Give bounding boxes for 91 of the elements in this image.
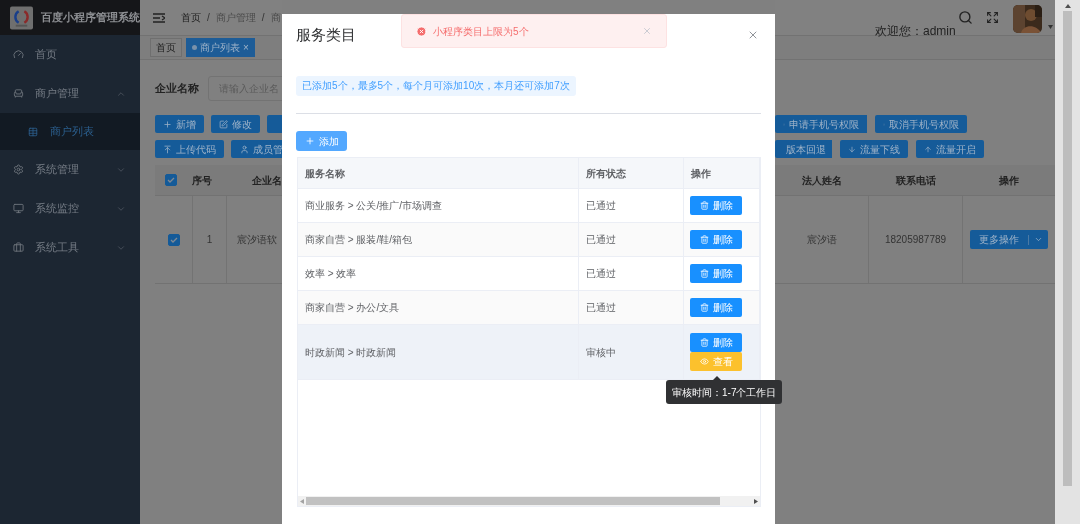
menu-icon: [13, 49, 24, 60]
trash-icon: [699, 303, 709, 312]
add-button[interactable]: 添加: [296, 131, 347, 151]
page-tab[interactable]: 首页: [150, 38, 182, 57]
column-header: 所有状态: [586, 166, 626, 181]
delete-button[interactable]: 删除: [690, 298, 742, 317]
toast-message: 小程序类目上限为5个: [433, 24, 530, 39]
table-row[interactable]: 效率 > 效率 已通过 删除: [298, 257, 760, 291]
trash-icon: [699, 338, 709, 347]
scrollbar[interactable]: [298, 496, 760, 506]
caret-down-icon[interactable]: [1048, 25, 1053, 29]
column-header: 序号: [190, 173, 213, 188]
table-cell-text: 商家自营 > 服装/鞋/箱包: [305, 233, 412, 247]
checkbox[interactable]: [167, 233, 180, 246]
toolbar-button[interactable]: 新增: [155, 115, 204, 133]
search-icon[interactable]: [958, 10, 973, 25]
toolbar-button[interactable]: 成员管: [231, 140, 282, 158]
delete-button[interactable]: 删除: [690, 230, 742, 249]
column-header: 操作: [999, 173, 1019, 188]
menu-icon: [13, 88, 24, 99]
table-cell-text: 宸汐语: [806, 233, 837, 247]
close-icon[interactable]: [747, 29, 759, 41]
scrollbar[interactable]: [1055, 0, 1080, 524]
toolbar-button[interactable]: 申请手机号权限: [775, 115, 867, 133]
table-cell-text: 时政新闻 > 时政新闻: [305, 345, 397, 360]
delete-button[interactable]: 删除: [690, 196, 742, 215]
scrollbar-thumb[interactable]: [306, 497, 720, 505]
logo-icon: [10, 5, 33, 30]
info-tag: 已添加5个，最多5个，每个月可添加10次，本月还可添加7次: [296, 76, 576, 96]
close-icon[interactable]: [642, 26, 652, 36]
delete-button[interactable]: 删除: [690, 264, 742, 283]
toolbar-button[interactable]: 上传代码: [155, 140, 224, 158]
toolbar-button[interactable]: 修改: [211, 115, 260, 133]
app-title: 百度小程序管理系统: [41, 10, 140, 26]
column-header: 企业名: [251, 173, 282, 188]
toolbar-button[interactable]: 流量开启: [916, 140, 984, 158]
table-cell-text: 已通过: [586, 267, 616, 281]
sidebar-item[interactable]: 系统管理: [0, 150, 140, 189]
eye-icon: [699, 357, 709, 366]
breadcrumb-item[interactable]: 首页: [181, 10, 201, 25]
column-header: 联系电话: [896, 173, 936, 188]
table-cell-text: 1: [206, 233, 213, 247]
table-cell-text: 已通过: [586, 199, 616, 213]
more-actions-button[interactable]: 更多操作: [970, 230, 1048, 249]
welcome-text: 欢迎您：admin: [875, 23, 956, 40]
column-header: 操作: [691, 166, 711, 181]
toolbar-button[interactable]: 版本回退: [775, 140, 832, 158]
fullscreen-icon[interactable]: [986, 11, 999, 24]
column-header: 服务名称: [305, 166, 345, 181]
sidebar-item[interactable]: 商户管理: [0, 74, 140, 113]
dialog-title: 服务类目: [296, 24, 356, 45]
breadcrumb-separator: /: [261, 11, 265, 25]
sidebar-item[interactable]: 首页: [0, 35, 140, 74]
arrow-right-icon[interactable]: [754, 498, 758, 504]
chevron-down-icon: [1034, 235, 1043, 244]
menu-icon[interactable]: [153, 12, 165, 23]
sidebar-item[interactable]: 系统监控: [0, 189, 140, 228]
arrow-up-icon[interactable]: [1064, 4, 1071, 8]
sidebar-subitem[interactable]: 商户列表: [0, 113, 140, 150]
table-row[interactable]: 商家自营 > 服装/鞋/箱包 已通过 删除: [298, 223, 760, 257]
plus-icon: [304, 136, 315, 146]
table-cell-text: 宸汐语软: [236, 233, 277, 247]
toolbar-button[interactable]: 流量下线: [840, 140, 908, 158]
menu-icon: [13, 203, 24, 214]
table-row[interactable]: 商业服务 > 公关/推广/市场调查 已通过 删除: [298, 189, 760, 223]
delete-button[interactable]: 删除: [690, 333, 742, 352]
scrollbar-thumb[interactable]: [1063, 11, 1072, 486]
breadcrumb-separator: /: [207, 11, 210, 25]
table-icon: [28, 126, 38, 137]
table-cell-text: 效率 > 效率: [305, 267, 357, 281]
trash-icon: [699, 201, 709, 210]
toolbar-button[interactable]: 取消手机号权限: [875, 115, 967, 133]
trash-icon: [699, 235, 709, 244]
table-row[interactable]: 商家自营 > 办公/文具 已通过 删除: [298, 291, 760, 325]
trash-icon: [699, 269, 709, 278]
arrow-left-icon[interactable]: [300, 498, 304, 504]
column-header: 法人姓名: [802, 173, 842, 188]
table-cell-text: 商家自营 > 办公/文具: [305, 301, 400, 315]
sidebar-item[interactable]: 系统工具: [0, 228, 140, 267]
checkbox[interactable]: [165, 174, 178, 186]
menu-icon: [13, 164, 24, 175]
error-icon: [416, 25, 427, 37]
page-tab[interactable]: 商户列表 ×: [186, 38, 255, 57]
table-cell-text: 已通过: [586, 233, 616, 247]
table-cell-text: 18205987789: [884, 233, 947, 247]
tab-close[interactable]: ×: [243, 40, 249, 55]
search-label: 企业名称: [155, 81, 199, 97]
menu-icon: [13, 242, 24, 253]
table-cell-text: 商业服务 > 公关/推广/市场调查: [305, 199, 442, 213]
table-cell-text: 审核中: [586, 345, 616, 360]
table-cell-text: 已通过: [586, 301, 616, 315]
